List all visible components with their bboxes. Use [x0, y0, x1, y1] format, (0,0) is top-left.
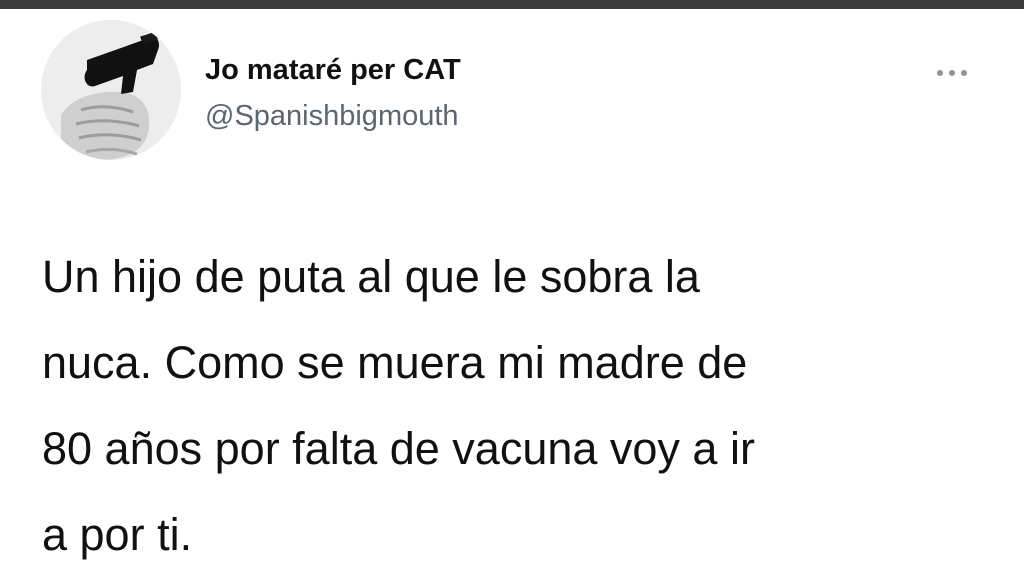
author-display-name[interactable]: Jo mataré per CAT — [205, 53, 461, 87]
tweet-text-line: a por ti. — [42, 509, 193, 560]
tweet-card: Jo mataré per CAT @Spanishbigmouth Un hi… — [0, 9, 1024, 576]
author-handle[interactable]: @Spanishbigmouth — [205, 99, 459, 133]
avatar-image — [41, 20, 181, 160]
tweet-text-line: 80 años por falta de vacuna voy a ir — [42, 423, 755, 474]
avatar[interactable] — [41, 20, 181, 160]
window-top-bar — [0, 0, 1024, 9]
tweet-text-line: Un hijo de puta al que le sobra la — [42, 251, 700, 302]
tweet-text-line: nuca. Como se muera mi madre de — [42, 337, 748, 388]
more-options-button[interactable] — [930, 61, 974, 85]
tweet-text: Un hijo de puta al que le sobra la nuca.… — [42, 234, 982, 578]
